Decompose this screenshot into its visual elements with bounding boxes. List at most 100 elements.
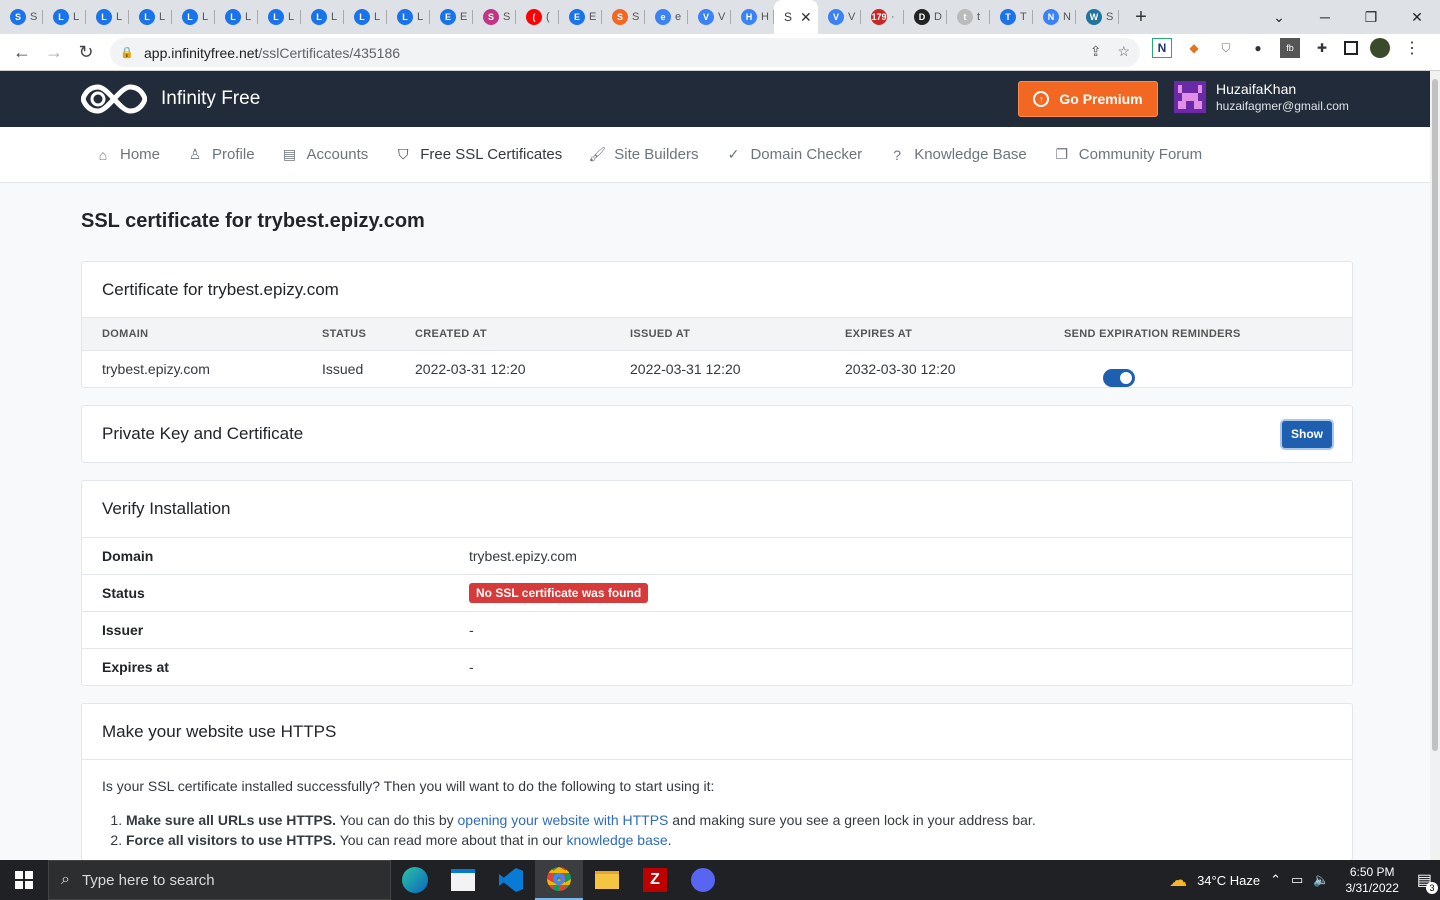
clock[interactable]: 6:50 PM 3/31/2022: [1345, 864, 1398, 896]
browser-tab[interactable]: TT: [990, 0, 1033, 34]
store-app-icon[interactable]: [439, 860, 487, 900]
user-menu[interactable]: HuzaifaKhan huzaifagmer@gmail.com: [1174, 81, 1349, 113]
network-icon[interactable]: ▭: [1291, 872, 1303, 888]
knowledge-base-link[interactable]: knowledge base: [566, 832, 667, 848]
page-scrollbar[interactable]: [1430, 71, 1440, 860]
step-text: .: [667, 832, 672, 848]
browser-tab[interactable]: VV: [818, 0, 861, 34]
browser-tab[interactable]: SS: [473, 0, 516, 34]
browser-tab[interactable]: LL: [86, 0, 129, 34]
bookmark-star-icon[interactable]: ☆: [1117, 43, 1130, 60]
show-private-key-button[interactable]: Show: [1282, 420, 1332, 448]
browser-tab[interactable]: ee: [645, 0, 688, 34]
reload-icon[interactable]: ↻: [70, 36, 102, 68]
notion-extension-icon[interactable]: N: [1152, 38, 1172, 58]
browser-tab[interactable]: ((: [516, 0, 559, 34]
tab-favicon-icon: E: [440, 9, 456, 25]
puzzle-extensions-icon[interactable]: ✚: [1312, 38, 1332, 58]
browser-tab[interactable]: HH: [731, 0, 774, 34]
tab-search-icon[interactable]: ⌄: [1256, 0, 1302, 34]
browser-tab[interactable]: EE: [559, 0, 602, 34]
browser-tab-active[interactable]: S ✕: [774, 0, 818, 34]
extension-icon[interactable]: ●: [1248, 38, 1268, 58]
profile-avatar-icon[interactable]: [1370, 38, 1390, 58]
browser-tab[interactable]: LL: [301, 0, 344, 34]
edge-app-icon[interactable]: [391, 860, 439, 900]
menu-kebab-icon[interactable]: ⋮: [1402, 38, 1422, 58]
nav-item-domain-checker[interactable]: ✓ Domain Checker: [724, 146, 863, 164]
close-tab-icon[interactable]: ✕: [800, 9, 812, 26]
nav-item-home[interactable]: ⌂ Home: [94, 146, 160, 164]
browser-tab[interactable]: EE: [430, 0, 473, 34]
lock-icon[interactable]: 🔒: [120, 46, 134, 59]
side-panel-icon[interactable]: [1344, 41, 1358, 55]
go-premium-button[interactable]: ↑ Go Premium: [1018, 81, 1158, 117]
extensions-area: N ◆ ⛉ ● fb ✚ ⋮: [1152, 38, 1422, 58]
browser-tab[interactable]: VV: [688, 0, 731, 34]
tab-label: S: [1106, 11, 1114, 23]
weather-icon[interactable]: ☁: [1169, 870, 1187, 891]
browser-tab[interactable]: LL: [129, 0, 172, 34]
browser-tab[interactable]: LL: [258, 0, 301, 34]
back-icon[interactable]: ←: [6, 36, 38, 68]
weather-text[interactable]: 34°C Haze: [1197, 873, 1260, 888]
chevron-up-icon[interactable]: ⌃: [1270, 872, 1281, 888]
volume-icon[interactable]: 🔈: [1313, 872, 1329, 888]
browser-tab[interactable]: tt: [947, 0, 990, 34]
filezilla-app-icon[interactable]: Z: [631, 860, 679, 900]
nav-item-ssl[interactable]: ⛉ Free SSL Certificates: [394, 146, 562, 164]
brand-logo[interactable]: Infinity Free: [81, 83, 260, 115]
minimize-icon[interactable]: ─: [1302, 0, 1348, 34]
discord-app-icon[interactable]: [679, 860, 727, 900]
restore-icon[interactable]: ❐: [1348, 0, 1394, 34]
browser-tab[interactable]: NN: [1033, 0, 1076, 34]
tab-label: S: [30, 11, 38, 23]
browser-tab[interactable]: LL: [172, 0, 215, 34]
scrollbar-thumb[interactable]: [1432, 79, 1438, 751]
browser-tab[interactable]: 179 ·: [861, 0, 904, 34]
expiration-reminders-toggle[interactable]: [1103, 369, 1135, 387]
tab-favicon-icon: V: [698, 9, 714, 25]
nav-item-site-builders[interactable]: 🖌 Site Builders: [588, 146, 698, 164]
metamask-extension-icon[interactable]: ◆: [1184, 38, 1204, 58]
cell-issued: 2022-03-31 12:20: [630, 361, 741, 377]
taskbar-search-input[interactable]: ⌕ Type here to search: [48, 860, 391, 900]
browser-tab[interactable]: WS: [1076, 0, 1119, 34]
extension-icon[interactable]: fb: [1280, 38, 1300, 58]
notifications-icon[interactable]: ▤ 3: [1417, 870, 1438, 894]
forward-icon[interactable]: →: [38, 36, 70, 68]
windows-start-icon[interactable]: [0, 860, 48, 900]
site-header: Infinity Free ↑ Go Premium HuzaifaKhan h…: [0, 71, 1440, 127]
tab-label: V: [848, 11, 856, 23]
step-title: Force all visitors to use HTTPS.: [126, 832, 337, 848]
close-window-icon[interactable]: ✕: [1394, 0, 1440, 34]
new-tab-button[interactable]: +: [1123, 6, 1159, 29]
browser-tab[interactable]: LL: [387, 0, 430, 34]
file-explorer-app-icon[interactable]: [583, 860, 631, 900]
browser-tab[interactable]: SS: [602, 0, 645, 34]
tab-label: T: [1020, 11, 1027, 23]
verify-label: Domain: [102, 548, 154, 564]
browser-tab[interactable]: LL: [43, 0, 86, 34]
vscode-app-icon[interactable]: [487, 860, 535, 900]
tab-label: E: [589, 11, 597, 23]
tab-label: L: [159, 11, 166, 23]
step-text: and making sure you see a green lock in …: [672, 812, 1036, 828]
nav-item-profile[interactable]: ♙ Profile: [186, 146, 255, 164]
address-bar[interactable]: 🔒 app.infinityfree.net/sslCertificates/4…: [110, 38, 1140, 67]
chrome-app-icon[interactable]: [535, 860, 583, 900]
tab-favicon-icon: L: [354, 9, 370, 25]
browser-tab[interactable]: DD: [904, 0, 947, 34]
share-icon[interactable]: ⇪: [1090, 43, 1102, 60]
shield-extension-icon[interactable]: ⛉: [1216, 38, 1236, 58]
nav-item-knowledge-base[interactable]: ? Knowledge Base: [888, 146, 1027, 164]
nav-item-accounts[interactable]: ▤ Accounts: [281, 146, 368, 164]
browser-tab[interactable]: LL: [344, 0, 387, 34]
verify-installation-card: Verify Installation Domain trybest.epizy…: [81, 480, 1353, 686]
nav-label: Home: [120, 146, 161, 163]
check-circle-icon: ✓: [727, 146, 740, 162]
nav-item-community-forum[interactable]: ❐ Community Forum: [1053, 146, 1203, 164]
browser-tab[interactable]: SS: [0, 0, 43, 34]
open-https-link[interactable]: opening your website with HTTPS: [458, 812, 669, 828]
browser-tab[interactable]: LL: [215, 0, 258, 34]
